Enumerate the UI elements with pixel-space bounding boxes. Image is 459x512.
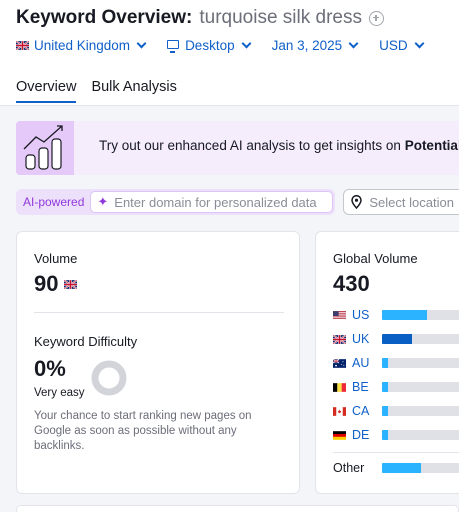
- kd-value: 0%: [34, 356, 66, 381]
- currency-label: USD: [379, 38, 408, 53]
- chart-illustration-icon: [16, 121, 74, 175]
- page-title: Keyword Overview:: [16, 7, 193, 28]
- kd-level: Very easy: [34, 387, 85, 399]
- kd-description: Your chance to start ranking new pages o…: [34, 410, 252, 452]
- other-label: Other: [333, 461, 365, 475]
- chevron-down-icon: [414, 38, 425, 49]
- tab-overview[interactable]: Overview: [16, 79, 77, 103]
- volume-bar-us: [382, 310, 459, 320]
- volume-kd-card: Volume 90 Keyword Difficulty 0% Very eas…: [16, 231, 300, 494]
- database-label: United Kingdom: [34, 38, 131, 53]
- ca-flag-icon: [333, 406, 346, 416]
- global-volume-card: Global Volume 430 US UK AU BE CA DE Othe…: [315, 231, 459, 494]
- volume-bar-de: [382, 430, 459, 440]
- desktop-icon: [167, 40, 180, 53]
- keyword-title: turquoise silk dress: [199, 7, 362, 28]
- database-selector[interactable]: United Kingdom: [16, 38, 147, 53]
- country-code: DE: [352, 428, 370, 442]
- domain-placeholder: Enter domain for personalized data: [114, 194, 317, 210]
- country-row-uk[interactable]: UK: [333, 332, 382, 346]
- be-flag-icon: [333, 382, 346, 392]
- ai-input-row: AI-powered ✦ Enter domain for personaliz…: [16, 189, 459, 215]
- volume-bar-ca: [382, 406, 459, 416]
- au-flag-icon: [333, 358, 346, 368]
- country-row-ca[interactable]: CA: [333, 404, 382, 418]
- divider: [34, 312, 284, 313]
- filter-bar: United Kingdom Desktop Jan 3, 2025 USD: [16, 38, 445, 53]
- kd-donut-chart: [91, 360, 127, 396]
- banner-text: Try out our enhanced AI analysis to get …: [99, 138, 459, 153]
- location-placeholder: Select location: [369, 194, 454, 210]
- volume-bar-other: [382, 463, 459, 473]
- next-card: [16, 505, 459, 512]
- divider: [333, 452, 459, 453]
- location-pin-icon: [351, 195, 363, 209]
- country-row-be[interactable]: BE: [333, 380, 382, 394]
- us-flag-icon: [333, 310, 346, 320]
- volume-bar-uk: [382, 334, 459, 344]
- tab-bar: Overview Bulk Analysis: [16, 79, 192, 103]
- country-code: AU: [352, 356, 370, 370]
- ai-powered-box: AI-powered ✦ Enter domain for personaliz…: [16, 189, 336, 215]
- country-code: US: [352, 308, 370, 322]
- add-circle-icon[interactable]: [368, 10, 384, 26]
- chevron-down-icon: [241, 38, 252, 49]
- volume-bar-au: [382, 358, 459, 368]
- domain-input[interactable]: ✦ Enter domain for personalized data: [90, 191, 334, 213]
- title-row: Keyword Overview: turquoise silk dress: [16, 7, 384, 29]
- country-code: BE: [352, 380, 369, 394]
- volume-label: Volume: [34, 251, 78, 266]
- uk-flag-icon: [16, 41, 29, 50]
- volume-value-row: 90: [34, 271, 82, 297]
- location-select[interactable]: Select location: [343, 189, 459, 215]
- country-row-de[interactable]: DE: [333, 428, 382, 442]
- date-selector[interactable]: Jan 3, 2025: [271, 38, 359, 53]
- global-volume-value: 430: [333, 271, 370, 296]
- kd-label: Keyword Difficulty: [34, 334, 138, 349]
- tab-bulk-analysis[interactable]: Bulk Analysis: [91, 79, 176, 103]
- uk-flag-icon: [333, 334, 346, 344]
- country-code: CA: [352, 404, 370, 418]
- uk-flag-icon: [64, 279, 78, 289]
- country-row-us[interactable]: US: [333, 308, 382, 322]
- date-label: Jan 3, 2025: [271, 38, 343, 53]
- volume-value: 90: [34, 271, 59, 296]
- ai-promo-banner[interactable]: Try out our enhanced AI analysis to get …: [16, 121, 459, 175]
- volume-bar-be: [382, 382, 459, 392]
- country-code: UK: [352, 332, 370, 346]
- currency-selector[interactable]: USD: [379, 38, 425, 53]
- page-header: Keyword Overview: turquoise silk dress U…: [0, 0, 459, 106]
- chevron-down-icon: [348, 38, 359, 49]
- sparkle-icon: ✦: [97, 194, 109, 209]
- de-flag-icon: [333, 430, 346, 440]
- device-selector[interactable]: Desktop: [167, 38, 252, 53]
- ai-powered-label: AI-powered: [23, 195, 85, 209]
- chevron-down-icon: [136, 38, 147, 49]
- device-label: Desktop: [185, 38, 235, 53]
- country-row-au[interactable]: AU: [333, 356, 382, 370]
- global-volume-label: Global Volume: [333, 251, 418, 266]
